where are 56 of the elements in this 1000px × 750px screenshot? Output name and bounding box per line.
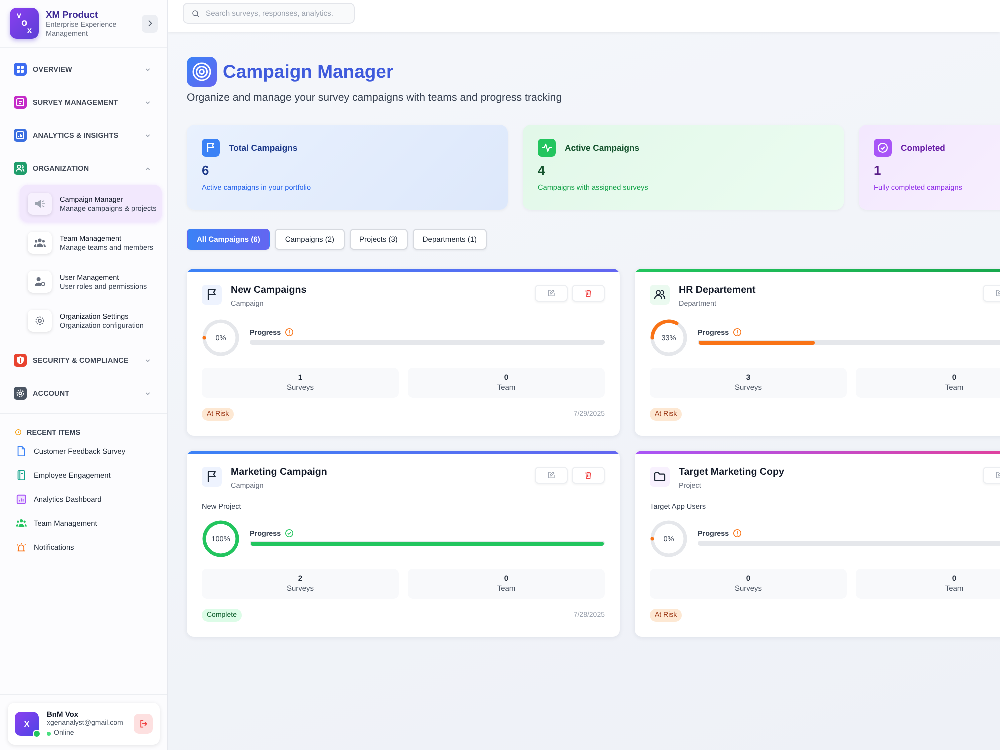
progress-ring [202, 319, 240, 357]
collapse-button[interactable] [142, 14, 158, 32]
check-circle-icon [285, 529, 294, 538]
flag-icon [202, 285, 222, 305]
shield-icon [14, 354, 27, 367]
document-icon [16, 446, 27, 456]
logo: v o x [10, 8, 39, 39]
stat-value: 1 [874, 163, 882, 179]
target-icon [187, 57, 217, 87]
alarm-icon [16, 542, 27, 552]
info-icon [733, 328, 742, 337]
trash-icon [584, 471, 593, 480]
pulse-icon [538, 139, 556, 157]
brand-title: XM Product [46, 9, 100, 20]
form-icon [14, 96, 27, 109]
info-icon [285, 328, 294, 337]
card-title: Marketing Campaign [231, 467, 328, 479]
megaphone-icon [28, 192, 52, 214]
logout-button[interactable] [134, 714, 153, 734]
flag-icon [202, 467, 222, 487]
notebook-icon [16, 470, 27, 480]
progress-ring [202, 520, 240, 558]
logout-icon [138, 719, 148, 729]
avatar: X [15, 712, 39, 736]
chart-icon [14, 129, 27, 142]
grid-icon [14, 63, 27, 76]
people-icon [16, 518, 27, 528]
chevron-right-icon [148, 20, 152, 27]
people-icon [14, 162, 27, 175]
edit-icon [547, 289, 556, 298]
card-title: Target Marketing Copy [679, 467, 784, 479]
people-icon [650, 285, 670, 305]
info-icon [733, 529, 742, 538]
delete-button[interactable] [572, 285, 605, 302]
progress-ring [650, 520, 688, 558]
stat-value: 6 [202, 163, 210, 179]
edit-button[interactable] [535, 467, 568, 484]
stat-label: Completed [901, 143, 946, 153]
gear-icon [14, 387, 27, 400]
folder-icon [650, 467, 670, 487]
flag-icon [202, 139, 220, 157]
page-subtitle: Organize and manage your survey campaigns with teams and progress tracking [187, 91, 564, 105]
trash-icon [584, 289, 593, 298]
chart-icon [16, 494, 27, 504]
stat-label: Total Campaigns [229, 143, 298, 153]
page-title: Campaign Manager [223, 61, 394, 83]
delete-button[interactable] [572, 467, 605, 484]
progress-ring [650, 319, 688, 357]
search-icon [192, 10, 200, 18]
card-title: HR Departement [679, 285, 756, 297]
card-title: New Campaigns [231, 285, 307, 297]
stat-value: 4 [538, 163, 546, 179]
clock-icon [15, 428, 22, 436]
stat-label: Active Campaigns [565, 143, 640, 153]
edit-icon [547, 471, 556, 480]
edit-button[interactable] [535, 285, 568, 302]
